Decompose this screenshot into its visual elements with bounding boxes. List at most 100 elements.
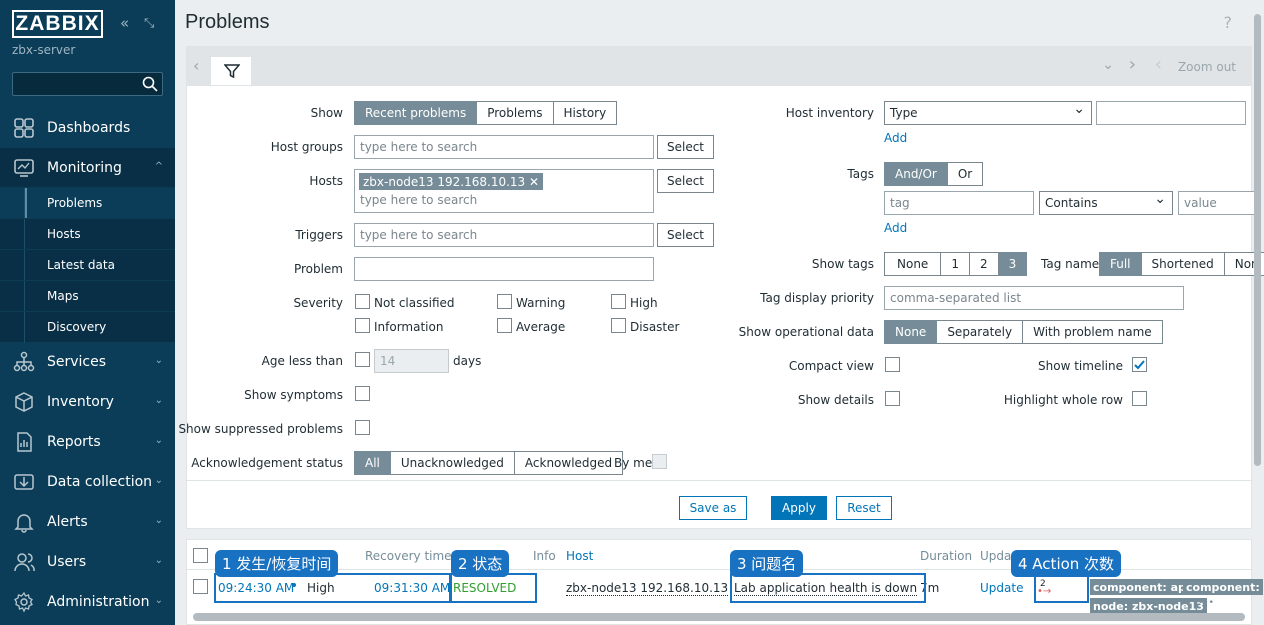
collapse-sidebar-icon[interactable]: « xyxy=(120,14,129,32)
ack-unacknowledged[interactable]: Unacknowledged xyxy=(390,451,515,475)
apply-button[interactable]: Apply xyxy=(771,496,827,520)
triggers-input[interactable]: type here to search xyxy=(354,223,654,247)
inventory-add-link[interactable]: Add xyxy=(884,131,907,145)
sub-nav-discovery[interactable]: Discovery xyxy=(0,311,175,343)
kiosk-mode-icon[interactable]: ⤡ xyxy=(144,16,154,31)
show-history[interactable]: History xyxy=(553,101,618,125)
chevron-down-icon[interactable]: ⌄ xyxy=(1102,57,1114,73)
col-host[interactable]: Host xyxy=(566,549,593,563)
reset-button[interactable]: Reset xyxy=(836,496,892,520)
hosts-placeholder: type here to search xyxy=(360,193,478,207)
nav-dashboards[interactable]: Dashboards xyxy=(0,108,175,148)
zabbix-logo[interactable]: ZABBIX xyxy=(12,10,103,38)
dashboard-icon xyxy=(14,118,34,138)
age-checkbox[interactable] xyxy=(355,352,370,367)
chevron-down-icon: ⌄ xyxy=(154,475,163,486)
col-recovery-time[interactable]: Recovery time xyxy=(365,549,452,563)
tag-input[interactable]: tag xyxy=(884,191,1034,215)
host-inventory-value-input[interactable] xyxy=(1096,101,1246,125)
zoom-out-button[interactable]: Zoom out xyxy=(1178,60,1236,74)
show-recent-problems[interactable]: Recent problems xyxy=(354,101,478,125)
severity-average-checkbox[interactable] xyxy=(497,318,512,333)
row-tag[interactable]: component: xyxy=(1183,579,1263,595)
compact-view-checkbox[interactable] xyxy=(885,357,900,372)
nav-users[interactable]: Users ⌄ xyxy=(0,542,175,582)
row-tag[interactable]: component: app xyxy=(1090,579,1197,595)
nav-alerts[interactable]: Alerts ⌄ xyxy=(0,502,175,542)
select-all-checkbox[interactable] xyxy=(193,548,208,563)
sub-nav-hosts[interactable]: Hosts xyxy=(0,218,175,250)
show-tags-2[interactable]: 2 xyxy=(969,252,999,276)
problem-input[interactable] xyxy=(354,257,654,281)
more-tags-icon[interactable]: ••• xyxy=(1198,598,1214,608)
help-icon[interactable]: ? xyxy=(1224,13,1233,32)
severity-not-classified-checkbox[interactable] xyxy=(355,294,370,309)
show-tags-none[interactable]: None xyxy=(884,252,942,276)
sub-nav-maps[interactable]: Maps xyxy=(0,280,175,312)
annotation-box-time xyxy=(214,573,451,603)
host-groups-select-button[interactable]: Select xyxy=(657,135,714,159)
row-tag[interactable]: node: zbx-node13 xyxy=(1090,598,1207,614)
main-content: Problems ? ‹ ⌄ › ‹ Zoom out Show Recent … xyxy=(175,0,1264,625)
nav-services[interactable]: Services ⌄ xyxy=(0,342,175,382)
opdata-with-problem-name[interactable]: With problem name xyxy=(1023,320,1163,344)
nav-administration[interactable]: Administration ⌄ xyxy=(0,582,175,622)
nav-reports[interactable]: Reports ⌄ xyxy=(0,422,175,462)
nav-monitoring[interactable]: Monitoring ^ xyxy=(0,148,175,188)
annotation-label-actions: 4 Action 次数 xyxy=(1011,550,1122,577)
age-input[interactable]: 14 xyxy=(374,349,449,373)
tags-or[interactable]: Or xyxy=(947,162,984,186)
close-icon[interactable]: ✕ xyxy=(529,175,539,189)
host-inventory-select[interactable]: Type xyxy=(884,101,1092,125)
row-host[interactable]: zbx-node13 192.168.10.13 xyxy=(566,581,729,596)
show-timeline-checkbox[interactable] xyxy=(1132,357,1147,372)
severity-high-checkbox[interactable] xyxy=(611,294,626,309)
tags-and-or[interactable]: And/Or xyxy=(884,162,948,186)
opdata-separately[interactable]: Separately xyxy=(937,320,1024,344)
search-icon[interactable] xyxy=(142,76,158,92)
sub-nav-problems[interactable]: Problems xyxy=(0,187,175,219)
hosts-input[interactable]: zbx-node13 192.168.10.13 ✕ type here to … xyxy=(354,169,654,213)
hosts-select-button[interactable]: Select xyxy=(657,169,714,193)
row-checkbox[interactable] xyxy=(193,579,208,594)
show-tags-1[interactable]: 1 xyxy=(941,252,970,276)
chevron-left-icon[interactable]: ‹ xyxy=(193,56,199,75)
severity-information-checkbox[interactable] xyxy=(355,318,370,333)
ack-all[interactable]: All xyxy=(354,451,391,475)
chevron-left-icon[interactable]: ‹ xyxy=(1155,54,1162,75)
horizontal-scrollbar[interactable] xyxy=(193,613,1245,621)
sub-nav-latest-data[interactable]: Latest data xyxy=(0,249,175,281)
nav-inventory[interactable]: Inventory ⌄ xyxy=(0,382,175,422)
nav-label: Alerts xyxy=(47,514,88,530)
hosts-label: Hosts xyxy=(309,174,343,188)
severity-warning-checkbox[interactable] xyxy=(497,294,512,309)
nav-data-collection[interactable]: Data collection ⌄ xyxy=(0,462,175,502)
chevron-right-icon[interactable]: › xyxy=(1129,54,1136,75)
tag-name-full[interactable]: Full xyxy=(1099,252,1142,276)
host-groups-input[interactable]: type here to search xyxy=(354,135,654,159)
filter-tab[interactable] xyxy=(210,56,252,86)
by-me-checkbox[interactable] xyxy=(652,454,667,469)
vertical-scrollbar[interactable] xyxy=(1254,14,1261,466)
show-details-checkbox[interactable] xyxy=(885,391,900,406)
tag-operator-select[interactable]: Contains xyxy=(1039,191,1173,215)
reports-icon xyxy=(17,432,32,452)
show-suppressed-checkbox[interactable] xyxy=(355,420,370,435)
opdata-none[interactable]: None xyxy=(884,320,938,344)
show-symptoms-checkbox[interactable] xyxy=(355,386,370,401)
row-update-link[interactable]: Update xyxy=(980,581,1023,595)
sidebar-search-input[interactable] xyxy=(12,72,163,96)
tag-name-shortened[interactable]: Shortened xyxy=(1141,252,1225,276)
ack-status-segmented: All Unacknowledged Acknowledged xyxy=(354,451,624,475)
tag-value-input[interactable]: value xyxy=(1178,191,1258,215)
tags-add-link[interactable]: Add xyxy=(884,221,907,235)
severity-disaster-checkbox[interactable] xyxy=(611,318,626,333)
show-tags-3[interactable]: 3 xyxy=(998,252,1028,276)
highlight-row-checkbox[interactable] xyxy=(1132,391,1147,406)
triggers-select-button[interactable]: Select xyxy=(657,223,714,247)
show-problems[interactable]: Problems xyxy=(477,101,554,125)
save-as-button[interactable]: Save as xyxy=(679,496,747,520)
show-label: Show xyxy=(310,106,343,120)
tag-priority-input[interactable]: comma-separated list xyxy=(884,286,1184,310)
ack-acknowledged[interactable]: Acknowledged xyxy=(514,451,624,475)
